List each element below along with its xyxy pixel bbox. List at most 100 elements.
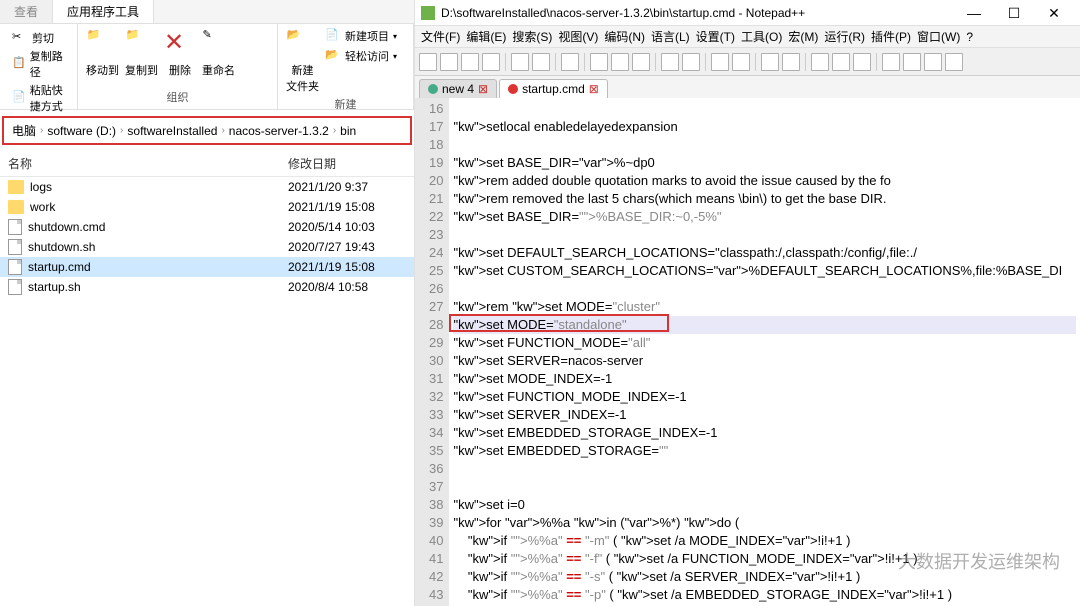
editor[interactable]: 1617181920212223242526272829303132333435…	[415, 98, 1080, 606]
col-name[interactable]: 名称	[8, 155, 288, 172]
file-list: logs2021/1/20 9:37work2021/1/19 15:08shu…	[0, 177, 414, 606]
copy-icon[interactable]	[611, 53, 629, 71]
breadcrumb-seg[interactable]: bin	[340, 124, 356, 138]
tab-app-tools[interactable]: 应用程序工具	[53, 0, 154, 23]
cut-button[interactable]: ✂剪切	[12, 30, 65, 46]
close-button[interactable]: ✕	[1034, 1, 1074, 25]
breadcrumb-seg[interactable]: nacos-server-1.3.2	[229, 124, 329, 138]
menu-item[interactable]: 设置(T)	[696, 28, 735, 45]
col-date[interactable]: 修改日期	[288, 155, 406, 172]
file-name: startup.cmd	[28, 260, 91, 274]
zoom-in-icon[interactable]	[761, 53, 779, 71]
move-icon: 📁	[87, 28, 119, 60]
delete-icon: ✕	[164, 28, 196, 60]
open-file-icon[interactable]	[440, 53, 458, 71]
editor-tabs: new 4⊠startup.cmd⊠	[415, 76, 1080, 98]
explorer-tabs: 查看 应用程序工具	[0, 0, 414, 24]
wordwrap-icon[interactable]	[811, 53, 829, 71]
file-date: 2020/8/4 10:58	[288, 280, 406, 294]
menu-item[interactable]: 窗口(W)	[917, 28, 960, 45]
editor-tab[interactable]: new 4⊠	[419, 79, 497, 98]
group-organize-label: 组织	[86, 89, 269, 105]
minimize-button[interactable]: —	[954, 1, 994, 25]
menu-item[interactable]: 工具(O)	[741, 28, 782, 45]
code-area[interactable]: "kw">setlocal enabledelayedexpansion "kw…	[449, 98, 1080, 606]
menu-item[interactable]: 搜索(S)	[512, 28, 552, 45]
rename-button[interactable]: ✎重命名	[202, 28, 235, 87]
tab-close-icon[interactable]: ⊠	[589, 82, 599, 96]
show-all-chars-icon[interactable]	[832, 53, 850, 71]
file-date: 2020/7/27 19:43	[288, 240, 406, 254]
easy-access-button[interactable]: 📂轻松访问▾	[325, 48, 397, 64]
menu-item[interactable]: 语言(L)	[651, 28, 690, 45]
menu-item[interactable]: 运行(R)	[824, 28, 865, 45]
file-row[interactable]: startup.sh 2020/8/4 10:58	[0, 277, 414, 297]
copy-path-button[interactable]: 📋复制路径	[12, 48, 65, 80]
file-icon	[8, 239, 22, 255]
copy-to-button[interactable]: 📁复制到	[125, 28, 158, 87]
menu-item[interactable]: 文件(F)	[421, 28, 460, 45]
close-file-icon[interactable]	[511, 53, 529, 71]
file-icon	[8, 219, 22, 235]
undo-icon[interactable]	[661, 53, 679, 71]
menu-item[interactable]: 编码(N)	[604, 28, 645, 45]
indent-guide-icon[interactable]	[853, 53, 871, 71]
macro-stop-icon[interactable]	[924, 53, 942, 71]
print-icon[interactable]	[561, 53, 579, 71]
new-folder-icon: 📂	[287, 28, 319, 60]
new-file-icon[interactable]	[419, 53, 437, 71]
breadcrumb-seg[interactable]: software (D:)	[47, 124, 116, 138]
file-row[interactable]: logs2021/1/20 9:37	[0, 177, 414, 197]
new-folder-button[interactable]: 📂新建 文件夹	[286, 28, 319, 94]
file-row[interactable]: shutdown.cmd2020/5/14 10:03	[0, 217, 414, 237]
tab-close-icon[interactable]: ⊠	[478, 82, 488, 96]
menu-item[interactable]: 编辑(E)	[466, 28, 506, 45]
file-date: 2021/1/19 15:08	[288, 260, 406, 274]
macro-multi-icon[interactable]	[945, 53, 963, 71]
folder-icon	[8, 200, 24, 214]
breadcrumb[interactable]: 电脑› software (D:)› softwareInstalled› na…	[2, 116, 412, 145]
file-name: shutdown.sh	[28, 240, 95, 254]
toolbar	[415, 48, 1080, 76]
maximize-button[interactable]: ☐	[994, 1, 1034, 25]
file-row[interactable]: work2021/1/19 15:08	[0, 197, 414, 217]
notepadpp: D:\softwareInstalled\nacos-server-1.3.2\…	[415, 0, 1080, 606]
move-to-button[interactable]: 📁移动到	[86, 28, 119, 87]
editor-tab[interactable]: startup.cmd⊠	[499, 79, 608, 98]
menubar: 文件(F) 编辑(E) 搜索(S) 视图(V) 编码(N) 语言(L) 设置(T) 工具(O)…	[415, 26, 1080, 48]
menu-item[interactable]: 宏(M)	[788, 28, 818, 45]
menu-item[interactable]: 插件(P)	[871, 28, 911, 45]
save-icon[interactable]	[461, 53, 479, 71]
window-titlebar: D:\softwareInstalled\nacos-server-1.3.2\…	[415, 0, 1080, 26]
close-all-icon[interactable]	[532, 53, 550, 71]
scissors-icon: ✂	[12, 30, 28, 46]
file-icon	[8, 259, 22, 275]
macro-play-icon[interactable]	[903, 53, 921, 71]
replace-icon[interactable]	[732, 53, 750, 71]
paste-icon[interactable]	[632, 53, 650, 71]
tab-view[interactable]: 查看	[0, 0, 53, 23]
app-icon	[421, 6, 435, 20]
file-name: work	[30, 200, 55, 214]
file-name: logs	[30, 180, 52, 194]
breadcrumb-seg[interactable]: softwareInstalled	[127, 124, 217, 138]
new-item-button[interactable]: 📄新建项目▾	[325, 28, 397, 44]
find-icon[interactable]	[711, 53, 729, 71]
file-row[interactable]: startup.cmd 2021/1/19 15:08	[0, 257, 414, 277]
file-name: startup.sh	[28, 280, 81, 294]
copy-path-icon: 📋	[12, 56, 26, 72]
menu-item[interactable]: 视图(V)	[558, 28, 598, 45]
breadcrumb-seg[interactable]: 电脑	[12, 122, 36, 139]
macro-record-icon[interactable]	[882, 53, 900, 71]
file-row[interactable]: shutdown.sh 2020/7/27 19:43	[0, 237, 414, 257]
new-item-icon: 📄	[325, 28, 341, 44]
file-icon	[8, 279, 22, 295]
tab-status-icon	[428, 84, 438, 94]
zoom-out-icon[interactable]	[782, 53, 800, 71]
copy-icon: 📁	[126, 28, 158, 60]
save-all-icon[interactable]	[482, 53, 500, 71]
delete-button[interactable]: ✕删除	[164, 28, 196, 87]
cut-icon[interactable]	[590, 53, 608, 71]
menu-item[interactable]: ?	[966, 30, 973, 44]
redo-icon[interactable]	[682, 53, 700, 71]
